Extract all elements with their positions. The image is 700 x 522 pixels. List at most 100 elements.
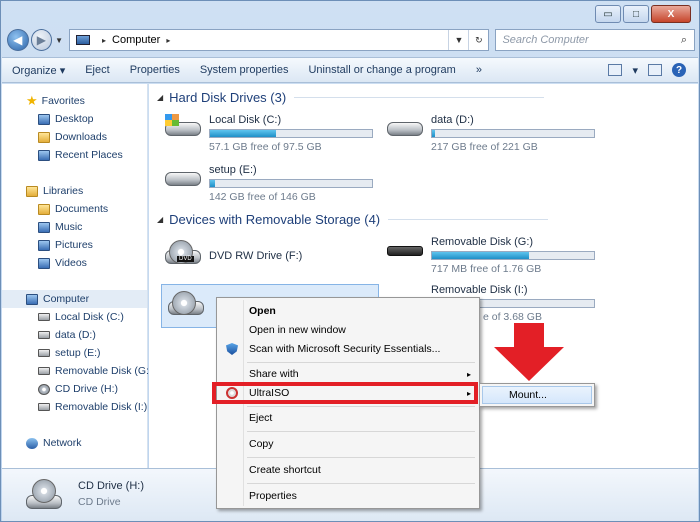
usb-drive-icon <box>38 403 50 411</box>
drive-local-disk-c[interactable]: Local Disk (C:) 57.1 GB free of 97.5 GB <box>163 114 373 153</box>
security-essentials-icon <box>226 343 238 355</box>
address-dropdown-icon[interactable]: ▼ <box>448 30 468 50</box>
more-commands-button[interactable]: » <box>466 64 492 76</box>
menu-item-copy[interactable]: Copy <box>219 435 477 453</box>
sidebar-item-removable-i[interactable]: Removable Disk (I:) <box>2 398 147 416</box>
menu-item-scan[interactable]: Scan with Microsoft Security Essentials.… <box>219 340 477 358</box>
collapse-triangle-icon[interactable]: ◢ <box>157 215 163 224</box>
search-placeholder: Search Computer <box>502 34 589 46</box>
downloads-folder-icon <box>38 131 50 143</box>
search-input[interactable]: Search Computer ⌕ <box>495 29 696 51</box>
command-bar: Organize ▾ Eject Properties System prope… <box>2 57 698 83</box>
sidebar-item-downloads[interactable]: Downloads <box>2 128 147 146</box>
sidebar-item-videos[interactable]: Videos <box>2 254 147 272</box>
highlight-box-ultraiso <box>212 382 478 404</box>
history-dropdown-icon[interactable]: ▼ <box>55 36 63 45</box>
eject-button[interactable]: Eject <box>75 64 119 76</box>
cd-drive-icon <box>38 383 50 395</box>
cd-drive-icon <box>24 479 64 513</box>
sidebar-item-data-d[interactable]: data (D:) <box>2 326 147 344</box>
change-view-icon[interactable] <box>608 64 623 76</box>
details-name: CD Drive (H:) <box>78 480 144 492</box>
system-properties-button[interactable]: System properties <box>190 64 299 76</box>
hard-drive-icon <box>38 331 50 339</box>
address-bar[interactable]: ▸ Computer ▸ ▼ ↻ <box>69 29 490 51</box>
group-hard-disk-drives[interactable]: ◢ Hard Disk Drives (3) <box>157 90 545 105</box>
explorer-window: ▭ □ X ◀ ▶ ▼ ▸ Computer ▸ ▼ ↻ Search Comp… <box>0 0 700 522</box>
documents-icon <box>38 203 50 215</box>
sidebar-item-recent-places[interactable]: Recent Places <box>2 146 147 164</box>
sidebar-item-music[interactable]: Music <box>2 218 147 236</box>
breadcrumb-separator-icon[interactable]: ▸ <box>166 36 170 45</box>
menu-item-eject[interactable]: Eject <box>219 409 477 427</box>
menu-item-share-with[interactable]: Share with ▸ <box>219 365 477 383</box>
menu-item-open[interactable]: Open <box>219 302 477 320</box>
usb-drive-icon <box>385 236 425 262</box>
navigation-row: ◀ ▶ ▼ ▸ Computer ▸ ▼ ↻ Search Computer ⌕ <box>7 27 696 53</box>
collapse-triangle-icon[interactable]: ◢ <box>157 93 163 102</box>
drive-removable-g[interactable]: Removable Disk (G:) 717 MB free of 1.76 … <box>385 236 595 275</box>
sidebar-item-desktop[interactable]: Desktop <box>2 110 147 128</box>
sidebar-item-libraries[interactable]: Libraries <box>2 182 147 200</box>
usb-drive-icon <box>38 367 50 375</box>
menu-item-properties[interactable]: Properties <box>219 487 477 505</box>
hard-drive-icon <box>385 114 425 140</box>
star-icon: ★ <box>26 93 38 108</box>
sidebar-item-setup-e[interactable]: setup (E:) <box>2 344 147 362</box>
sidebar-item-pictures[interactable]: Pictures <box>2 236 147 254</box>
hard-drive-icon <box>163 114 203 140</box>
view-controls: ▾ ? <box>608 63 698 77</box>
sidebar-item-network[interactable]: Network <box>2 434 147 452</box>
maximize-button[interactable]: □ <box>623 5 649 23</box>
uninstall-button[interactable]: Uninstall or change a program <box>298 64 465 76</box>
sidebar-item-cd-drive-h[interactable]: CD Drive (H:) <box>2 380 147 398</box>
breadcrumb-separator-icon[interactable]: ▸ <box>102 36 106 45</box>
help-icon[interactable]: ? <box>672 63 686 77</box>
desktop-icon <box>38 113 50 125</box>
hard-drive-icon <box>38 313 50 321</box>
ultraiso-submenu: Mount... <box>479 383 595 407</box>
back-button[interactable]: ◀ <box>7 29 29 51</box>
usage-bar <box>431 251 595 260</box>
libraries-icon <box>26 185 38 197</box>
drive-setup-e[interactable]: setup (E:) 142 GB free of 146 GB <box>163 164 373 203</box>
usage-bar <box>209 129 373 138</box>
computer-icon <box>76 35 91 45</box>
hard-drive-icon <box>38 349 50 357</box>
computer-icon <box>26 293 38 305</box>
caption-buttons: ▭ □ X <box>595 5 691 23</box>
organize-button[interactable]: Organize ▾ <box>2 64 75 77</box>
forward-button[interactable]: ▶ <box>30 29 53 51</box>
details-type: CD Drive <box>78 496 121 508</box>
recent-places-icon <box>38 149 50 161</box>
minimize-button[interactable]: ▭ <box>595 5 621 23</box>
red-arrow-icon <box>494 323 564 381</box>
breadcrumb-computer[interactable]: Computer <box>112 34 160 46</box>
menu-item-open-new-window[interactable]: Open in new window <box>219 321 477 339</box>
sidebar-item-favorites[interactable]: ★ Favorites <box>2 92 147 110</box>
dvd-drive-icon: DVD <box>163 240 203 268</box>
hard-drive-icon <box>163 164 203 190</box>
preview-pane-icon[interactable] <box>648 64 662 76</box>
usage-bar <box>431 129 595 138</box>
refresh-icon[interactable]: ↻ <box>468 30 488 50</box>
music-icon <box>38 221 50 233</box>
menu-item-create-shortcut[interactable]: Create shortcut <box>219 461 477 479</box>
group-removable-storage[interactable]: ◢ Devices with Removable Storage (4) <box>157 212 549 227</box>
submenu-arrow-icon: ▸ <box>466 369 471 379</box>
sidebar-item-computer[interactable]: Computer <box>2 290 147 308</box>
drive-dvd-rw-f[interactable]: DVD DVD RW Drive (F:) <box>163 240 373 268</box>
navigation-pane: ★ Favorites Desktop Downloads Recent Plac… <box>2 84 152 468</box>
properties-button[interactable]: Properties <box>120 64 190 76</box>
search-icon[interactable]: ⌕ <box>674 34 694 47</box>
close-button[interactable]: X <box>651 5 691 23</box>
sidebar-item-local-disk-c[interactable]: Local Disk (C:) <box>2 308 147 326</box>
view-options-icon[interactable]: ▾ <box>632 64 638 77</box>
menu-item-mount[interactable]: Mount... <box>482 386 592 404</box>
network-icon <box>26 437 38 449</box>
sidebar-item-removable-g[interactable]: Removable Disk (G:) <box>2 362 152 380</box>
cd-drive-icon <box>166 291 206 319</box>
drive-data-d[interactable]: data (D:) 217 GB free of 221 GB <box>385 114 595 153</box>
address-controls: ▼ ↻ <box>448 30 488 50</box>
sidebar-item-documents[interactable]: Documents <box>2 200 147 218</box>
